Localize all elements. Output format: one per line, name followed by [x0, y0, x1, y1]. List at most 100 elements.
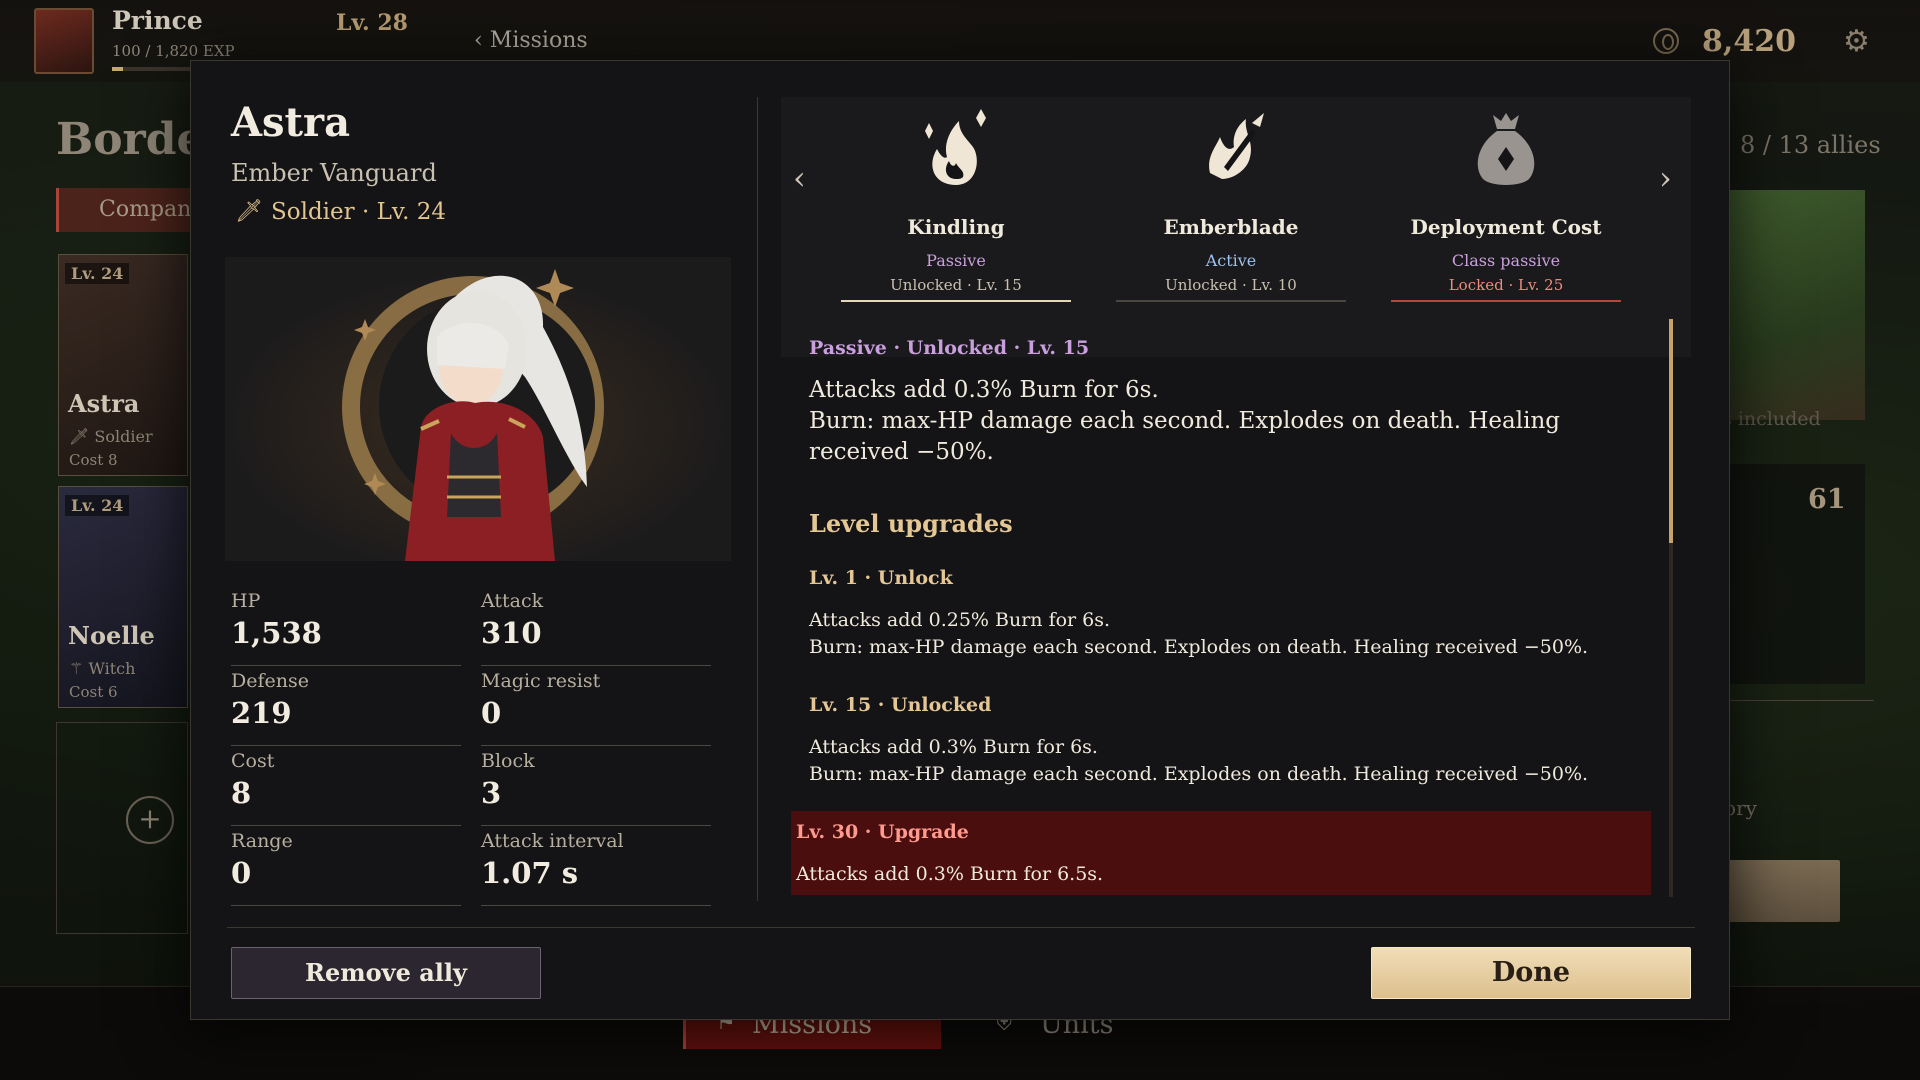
settings-gear-icon[interactable]: ⚙ [1843, 27, 1870, 57]
level-upgrade-line: Attacks add 0.3% Burn for 6s. [809, 736, 1098, 758]
background-scene-art [1730, 190, 1865, 420]
skill-next-arrow[interactable]: › [1659, 159, 1672, 197]
gold-amount: 8,420 [1702, 24, 1796, 59]
stat-label: Range [231, 830, 293, 852]
remove-ally-button[interactable]: Remove ally [231, 947, 541, 999]
skill-status: Unlocked · Lv. 15 [890, 276, 1022, 294]
background-unit-card[interactable]: Lv. 24 Astra 🗡 Soldier Cost 8 [58, 254, 188, 476]
card-level: Lv. 24 [65, 495, 130, 516]
card-class: 🗡 Soldier [69, 427, 153, 446]
stat-label: Magic resist [481, 670, 601, 692]
card-cost: Cost 8 [69, 451, 118, 469]
stat-value: 310 [481, 616, 542, 650]
skill-name: Deployment Cost [1410, 215, 1602, 239]
detail-scrollbar[interactable] [1669, 319, 1673, 897]
stat-block: Block 3 [481, 746, 711, 826]
stat-attack-interval: Attack interval 1.07 s [481, 826, 711, 906]
card-cost: Cost 6 [69, 683, 118, 701]
level-upgrade-line: Attacks add 0.25% Burn for 6s. [809, 609, 1111, 631]
stat-value: 1.07 s [481, 856, 579, 890]
flaming-blade-icon [1209, 113, 1264, 179]
background-companions-tab[interactable]: Compan [56, 188, 206, 232]
done-button[interactable]: Done [1371, 947, 1691, 999]
level-upgrades-title: Level upgrades [809, 509, 1013, 538]
background-action-button[interactable] [1728, 860, 1840, 922]
skill-status: Locked · Lv. 25 [1448, 276, 1564, 294]
unit-class-text: Soldier · Lv. 24 [271, 199, 447, 225]
stat-range: Range 0 [231, 826, 461, 906]
skill-type: Class passive [1451, 251, 1561, 270]
stat-value: 0 [481, 696, 502, 730]
add-unit-button[interactable]: + [126, 796, 174, 844]
skill-type: Passive [926, 251, 986, 270]
background-unit-card[interactable]: Lv. 24 Noelle ⚚ Witch Cost 6 [58, 486, 188, 708]
detail-scrollbar-thumb[interactable] [1669, 319, 1673, 543]
player-avatar[interactable] [34, 8, 94, 74]
skill-kindling[interactable]: Kindling Passive Unlocked · Lv. 15 [841, 107, 1071, 302]
skill-detail-panel[interactable]: Passive · Unlocked · Lv. 15 Attacks add … [791, 337, 1671, 961]
stat-label: Defense [231, 670, 309, 692]
stat-label: Block [481, 750, 535, 772]
level-upgrade-header: Lv. 15 · Unlocked [809, 694, 992, 716]
stat-label: Attack interval [481, 830, 624, 852]
footer-divider [227, 927, 1695, 928]
stat-attack: Attack 310 [481, 586, 711, 666]
flame-sparks-icon [925, 109, 986, 185]
unit-portrait [225, 257, 731, 561]
stat-defense: Defense 219 [231, 666, 461, 746]
level-upgrade-entry: Lv. 15 · Unlocked Attacks add 0.3% Burn … [795, 694, 1653, 794]
skill-underline [1391, 300, 1621, 302]
background-number: 61 [1808, 484, 1846, 515]
stat-value: 8 [231, 776, 252, 810]
unit-detail-modal: Astra Ember Vanguard 🗡 Soldier · Lv. 24 [190, 60, 1730, 1020]
stat-cost: Cost 8 [231, 746, 461, 826]
card-name: Astra [68, 389, 140, 418]
skill-status: Unlocked · Lv. 10 [1165, 276, 1297, 294]
skill-type: Active [1205, 251, 1257, 270]
skill-detail-header: Passive · Unlocked · Lv. 15 [809, 337, 1090, 359]
level-upgrade-entry-upcoming: Lv. 30 · Upgrade Attacks add 0.3% Burn f… [791, 811, 1651, 895]
stat-value: 219 [231, 696, 292, 730]
column-divider [757, 97, 758, 901]
skill-detail-description: Attacks add 0.3% Burn for 6s. Burn: max-… [809, 375, 1629, 468]
money-bag-icon [1477, 113, 1535, 185]
exp-progress-fill [112, 67, 123, 71]
stat-magic-resist: Magic resist 0 [481, 666, 711, 746]
level-upgrade-entry: Lv. 1 · Unlock Attacks add 0.25% Burn fo… [795, 567, 1653, 667]
unit-title: Ember Vanguard [231, 159, 437, 187]
unit-class-line: 🗡 Soldier · Lv. 24 [231, 199, 446, 225]
background-divider [1728, 700, 1874, 701]
gold-coin-icon [1653, 28, 1679, 54]
level-upgrade-header: Lv. 30 · Upgrade [796, 821, 969, 843]
stat-label: HP [231, 590, 261, 612]
level-upgrade-line: Attacks add 0.3% Burn for 6.5s. [796, 863, 1104, 885]
stat-value: 3 [481, 776, 502, 810]
background-allies-count: 8 / 13 allies [1740, 131, 1881, 159]
stat-label: Attack [481, 590, 544, 612]
stat-hp: HP 1,538 [231, 586, 461, 666]
skill-deployment-cost[interactable]: Deployment Cost Class passive Locked · L… [1391, 107, 1621, 302]
player-name: Prince [112, 6, 203, 35]
skill-emberblade[interactable]: Emberblade Active Unlocked · Lv. 10 [1116, 107, 1346, 302]
stat-label: Cost [231, 750, 275, 772]
player-level: Lv. 28 [336, 10, 408, 36]
player-exp: 100 / 1,820 EXP [112, 42, 235, 60]
card-class: ⚚ Witch [69, 659, 136, 678]
stat-value: 1,538 [231, 616, 322, 650]
card-name: Noelle [68, 621, 155, 650]
skill-underline [841, 300, 1071, 302]
description-line: Burn: max-HP damage each second. Explode… [809, 408, 1560, 465]
level-upgrade-line: Burn: max-HP damage each second. Explode… [809, 763, 1589, 785]
unit-name: Astra [231, 99, 351, 146]
sword-icon: 🗡 [235, 199, 263, 224]
skill-name: Emberblade [1163, 215, 1299, 239]
stat-value: 0 [231, 856, 252, 890]
card-level: Lv. 24 [65, 263, 130, 284]
skill-underline [1116, 300, 1346, 302]
skill-name: Kindling [907, 215, 1005, 239]
back-to-missions-link[interactable]: ‹ Missions [474, 28, 588, 53]
level-upgrade-line: Burn: max-HP damage each second. Explode… [809, 636, 1589, 658]
level-upgrade-header: Lv. 1 · Unlock [809, 567, 953, 589]
skill-prev-arrow[interactable]: ‹ [793, 159, 806, 197]
description-line: Attacks add 0.3% Burn for 6s. [809, 377, 1159, 403]
